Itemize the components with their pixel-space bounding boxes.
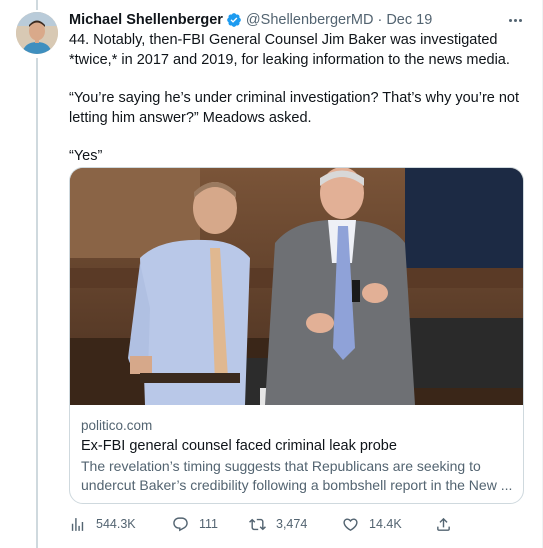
reply-count: 111 (199, 517, 219, 531)
tweet-paragraph: “Yes” (69, 148, 103, 164)
share-icon (437, 517, 450, 531)
reply-icon (173, 516, 188, 531)
header-separator: · (377, 12, 383, 28)
share-button[interactable] (435, 514, 452, 534)
retweet-icon (249, 518, 266, 530)
card-description: The revelation’s timing suggests that Re… (81, 457, 512, 495)
views-icon (71, 517, 84, 531)
author-handle[interactable]: @ShellenbergerMD (246, 12, 374, 28)
thread-line-top (36, 0, 38, 10)
tweet-actions: 544.3K 111 3,474 14.4K (69, 514, 489, 534)
verified-badge-icon (226, 12, 242, 28)
like-button[interactable]: 14.4K (342, 514, 402, 534)
link-card[interactable]: politico.com Ex-FBI general counsel face… (69, 167, 524, 504)
avatar[interactable] (16, 12, 58, 54)
retweet-count: 3,474 (276, 517, 308, 531)
author-name[interactable]: Michael Shellenberger (69, 12, 223, 28)
avatar-photo (16, 12, 58, 54)
tweet: Michael Shellenberger @ShellenbergerMD ·… (69, 10, 525, 167)
tweet-paragraph: 44. Notably, then-FBI General Counsel Ji… (69, 32, 510, 68)
like-count: 14.4K (369, 517, 402, 531)
views-button[interactable]: 544.3K (69, 514, 136, 534)
more-icon[interactable] (505, 10, 525, 30)
card-description-line: undercut Baker’s credibility following a… (81, 477, 512, 493)
like-icon (343, 517, 358, 531)
tweet-header: Michael Shellenberger @ShellenbergerMD ·… (69, 10, 525, 30)
card-description-line: The revelation’s timing suggests that Re… (81, 458, 481, 474)
views-count: 544.3K (96, 517, 136, 531)
tweet-date[interactable]: Dec 19 (386, 12, 432, 28)
card-domain: politico.com (81, 418, 153, 433)
retweet-button[interactable]: 3,474 (249, 514, 307, 534)
tweet-text: 44. Notably, then-FBI General Counsel Ji… (69, 31, 525, 167)
card-title: Ex-FBI general counsel faced criminal le… (81, 438, 397, 454)
card-meta: politico.com Ex-FBI general counsel face… (70, 405, 523, 495)
reply-button[interactable]: 111 (172, 514, 218, 534)
thread-line (36, 58, 38, 548)
card-image (70, 168, 523, 405)
tweet-paragraph: “You’re saying he’s under criminal inves… (69, 90, 520, 126)
